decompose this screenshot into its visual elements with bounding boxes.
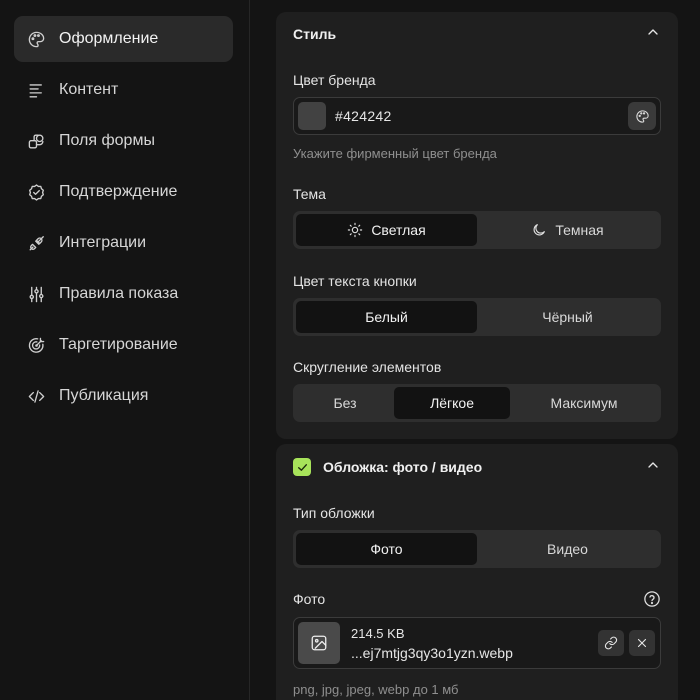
remove-file-button[interactable]: [629, 630, 655, 656]
rounding-option-max[interactable]: Максимум: [510, 387, 658, 419]
style-section-header[interactable]: Стиль: [293, 12, 661, 56]
option-label: Светлая: [371, 222, 426, 238]
style-section: Стиль Цвет бренда #424242 Укажите фирмен…: [276, 12, 678, 439]
section-title: Стиль: [293, 26, 337, 42]
cover-section-header[interactable]: Обложка: фото / видео: [293, 444, 661, 490]
settings-panel: Стиль Цвет бренда #424242 Укажите фирмен…: [251, 0, 700, 700]
moon-icon: [533, 224, 546, 236]
link-icon: [604, 636, 618, 650]
option-label: Фото: [370, 541, 403, 557]
cover-section: Обложка: фото / видео Тип обложки Фото В…: [276, 444, 678, 700]
sidebar-item-publication[interactable]: Публикация: [14, 373, 233, 419]
color-swatch[interactable]: [298, 102, 326, 130]
rounding-label: Скругление элементов: [293, 359, 442, 375]
badge-check-icon: [26, 182, 46, 202]
option-label: Максимум: [550, 395, 618, 411]
rounding-option-none[interactable]: Без: [296, 387, 394, 419]
rounding-option-light[interactable]: Лёгкое: [394, 387, 510, 419]
option-label: Видео: [547, 541, 588, 557]
sliders-icon: [26, 284, 46, 304]
theme-toggle: Светлая Темная: [293, 211, 661, 249]
button-text-option-white[interactable]: Белый: [296, 301, 477, 333]
sidebar-item-targeting[interactable]: Таргетирование: [14, 322, 233, 368]
cover-type-option-video[interactable]: Видео: [477, 533, 658, 565]
cover-type-label: Тип обложки: [293, 505, 375, 521]
shapes-icon: [26, 131, 46, 151]
button-text-option-black[interactable]: Чёрный: [477, 301, 658, 333]
target-icon: [26, 335, 46, 355]
theme-option-light[interactable]: Светлая: [296, 214, 477, 246]
file-name: ...ej7mtjg3qy3o1yzn.webp: [351, 644, 513, 661]
sidebar-item-form-fields[interactable]: Поля формы: [14, 118, 233, 164]
uploaded-file: 214.5 KB ...ej7mtjg3qy3o1yzn.webp: [293, 617, 661, 669]
cover-type-toggle: Фото Видео: [293, 530, 661, 568]
cover-type-option-photo[interactable]: Фото: [296, 533, 477, 565]
code-icon: [26, 386, 46, 406]
option-label: Чёрный: [542, 309, 593, 325]
theme-option-dark[interactable]: Темная: [477, 214, 658, 246]
brand-color-hint: Укажите фирменный цвет бренда: [293, 146, 497, 161]
brand-color-field[interactable]: #424242: [293, 97, 661, 135]
chevron-up-icon[interactable]: [645, 457, 661, 478]
sidebar-item-label: Интеграции: [59, 234, 147, 251]
sidebar-item-integrations[interactable]: Интеграции: [14, 220, 233, 266]
image-thumbnail: [298, 622, 340, 664]
theme-label: Тема: [293, 186, 326, 202]
cover-title-wrap: Обложка: фото / видео: [293, 458, 482, 476]
section-title: Обложка: фото / видео: [323, 459, 483, 475]
sidebar-item-content[interactable]: Контент: [14, 67, 233, 113]
sidebar: Оформление Контент Поля формы Подтвержде…: [0, 0, 250, 700]
image-icon: [311, 635, 327, 651]
button-text-color-label: Цвет текста кнопки: [293, 273, 417, 289]
color-picker-button[interactable]: [628, 102, 656, 130]
sidebar-item-label: Контент: [59, 81, 119, 98]
photo-format-hint: png, jpg, jpeg, webp до 1 мб: [293, 682, 459, 697]
brand-color-value[interactable]: #424242: [335, 108, 628, 124]
sidebar-item-confirmation[interactable]: Подтверждение: [14, 169, 233, 215]
sidebar-item-label: Подтверждение: [59, 183, 178, 200]
option-label: Темная: [555, 222, 604, 238]
brand-color-label: Цвет бренда: [293, 72, 376, 88]
help-circle-icon[interactable]: [643, 590, 661, 613]
copy-link-button[interactable]: [598, 630, 624, 656]
sidebar-item-label: Оформление: [59, 30, 159, 47]
option-label: Без: [333, 395, 357, 411]
palette-icon: [26, 29, 46, 49]
sidebar-item-label: Таргетирование: [59, 336, 178, 353]
photo-label: Фото: [293, 591, 326, 607]
cover-enabled-checkbox[interactable]: [293, 458, 311, 476]
option-label: Лёгкое: [430, 395, 474, 411]
chevron-up-icon[interactable]: [645, 24, 661, 45]
option-label: Белый: [365, 309, 408, 325]
plug-icon: [26, 233, 46, 253]
sun-icon: [348, 222, 363, 238]
sidebar-item-label: Публикация: [59, 387, 149, 404]
button-text-color-toggle: Белый Чёрный: [293, 298, 661, 336]
sidebar-item-display-rules[interactable]: Правила показа: [14, 271, 233, 317]
check-icon: [297, 463, 307, 471]
sidebar-item-label: Поля формы: [59, 132, 155, 149]
rounding-toggle: Без Лёгкое Максимум: [293, 384, 661, 422]
sidebar-item-design[interactable]: Оформление: [14, 16, 233, 62]
file-info: 214.5 KB ...ej7mtjg3qy3o1yzn.webp: [351, 626, 598, 661]
sidebar-item-label: Правила показа: [59, 285, 179, 302]
file-size: 214.5 KB: [351, 625, 405, 641]
palette-icon: [635, 109, 649, 123]
text-lines-icon: [26, 80, 46, 100]
close-icon: [637, 638, 647, 648]
